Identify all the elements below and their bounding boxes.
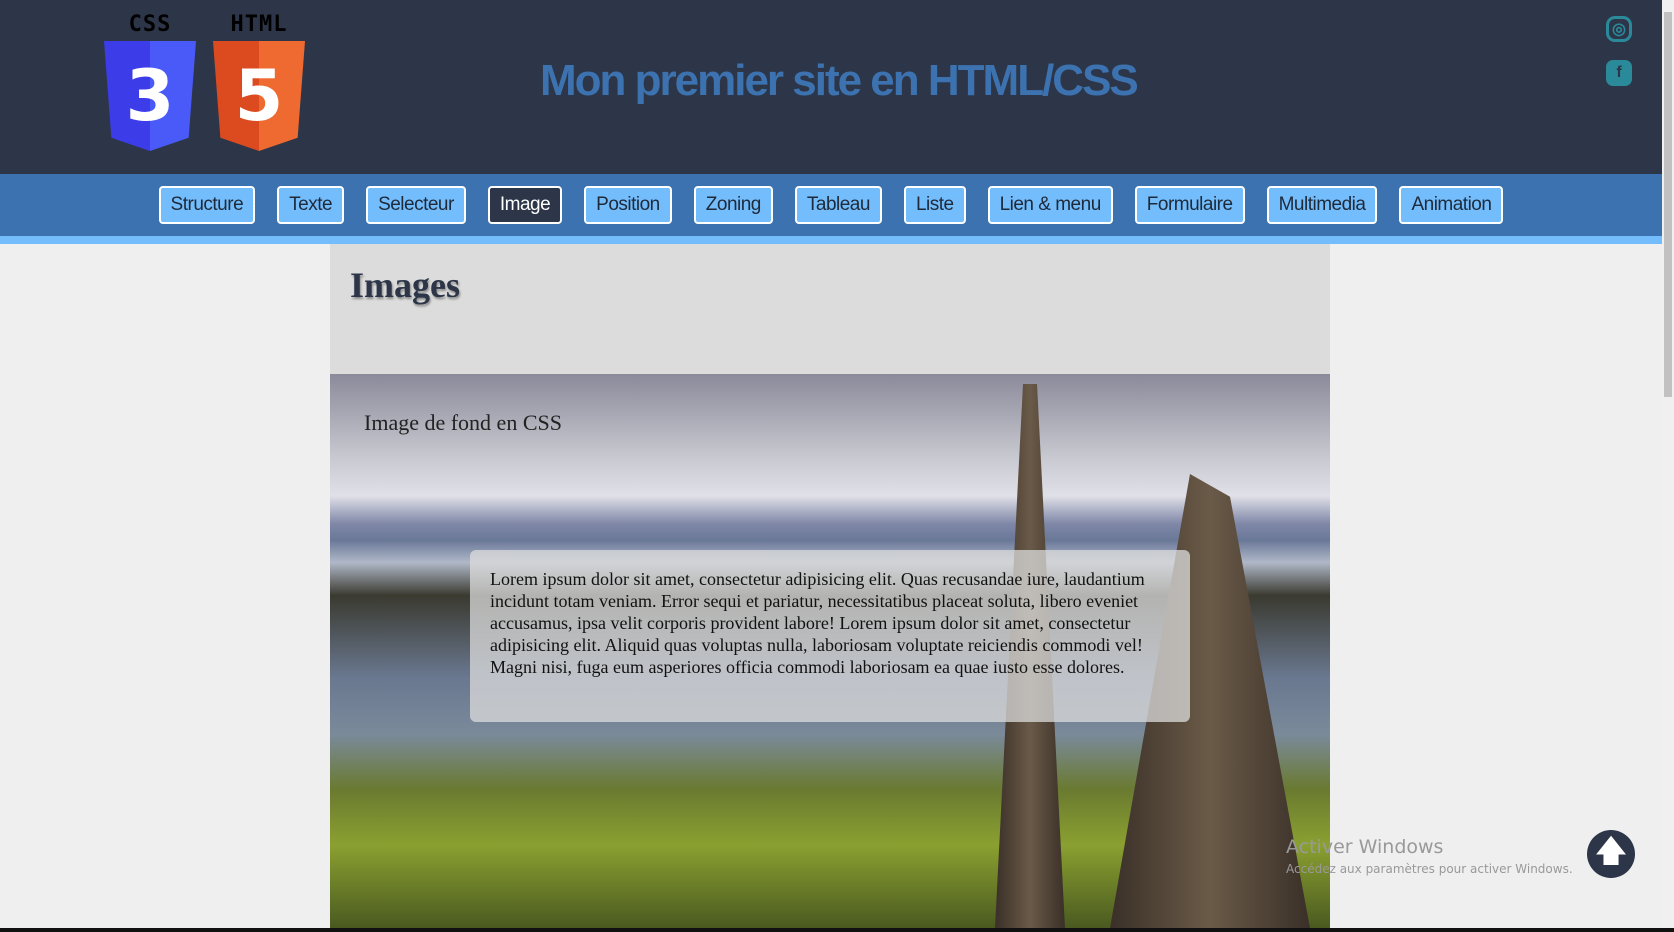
instagram-icon[interactable]: ◎ [1606,16,1632,42]
scroll-to-top-icon[interactable]: 🡅 [1587,830,1635,878]
html5-logo: HTML 5 [213,12,305,151]
nav-tableau[interactable]: Tableau [794,186,882,224]
site-header: CSS 3 HTML 5 Mon premier site en HTML/CS… [0,0,1662,174]
nav-lien-menu[interactable]: Lien & menu [987,186,1113,224]
scrollbar[interactable] [1662,0,1674,932]
nav-zoning[interactable]: Zoning [693,186,773,224]
main-nav: Structure Texte Selecteur Image Position… [0,174,1662,236]
site-title: Mon premier site en HTML/CSS [540,56,1139,105]
watermark-title: Activer Windows [1286,836,1444,858]
background-image-section: Image de fond en CSS Lorem ipsum dolor s… [330,374,1330,928]
content-header: Images [330,244,1330,374]
css3-logo: CSS 3 [104,12,196,151]
html-shield: 5 [213,41,305,151]
windows-activation-watermark: Activer Windows Accédez aux paramètres p… [1286,836,1606,876]
nav-animation[interactable]: Animation [1399,186,1504,224]
image-caption: Image de fond en CSS [364,410,562,435]
facebook-icon[interactable]: f [1606,60,1632,86]
css-logo-label: CSS [128,12,172,37]
taskbar-edge [0,928,1674,932]
nav-image[interactable]: Image [487,186,563,224]
lorem-text-box: Lorem ipsum dolor sit amet, consectetur … [470,550,1190,722]
nav-structure[interactable]: Structure [158,186,256,224]
nav-texte[interactable]: Texte [277,186,345,224]
nav-liste[interactable]: Liste [903,186,966,224]
html-logo-label: HTML [230,12,288,37]
nav-underline [0,236,1662,244]
nav-position[interactable]: Position [584,186,672,224]
watermark-subtitle: Accédez aux paramètres pour activer Wind… [1286,862,1573,876]
scrollbar-thumb[interactable] [1664,12,1672,397]
css-shield: 3 [104,41,196,151]
nav-multimedia[interactable]: Multimedia [1266,186,1378,224]
page-heading: Images [350,265,460,305]
nav-selecteur[interactable]: Selecteur [366,186,466,224]
nav-formulaire[interactable]: Formulaire [1134,186,1245,224]
